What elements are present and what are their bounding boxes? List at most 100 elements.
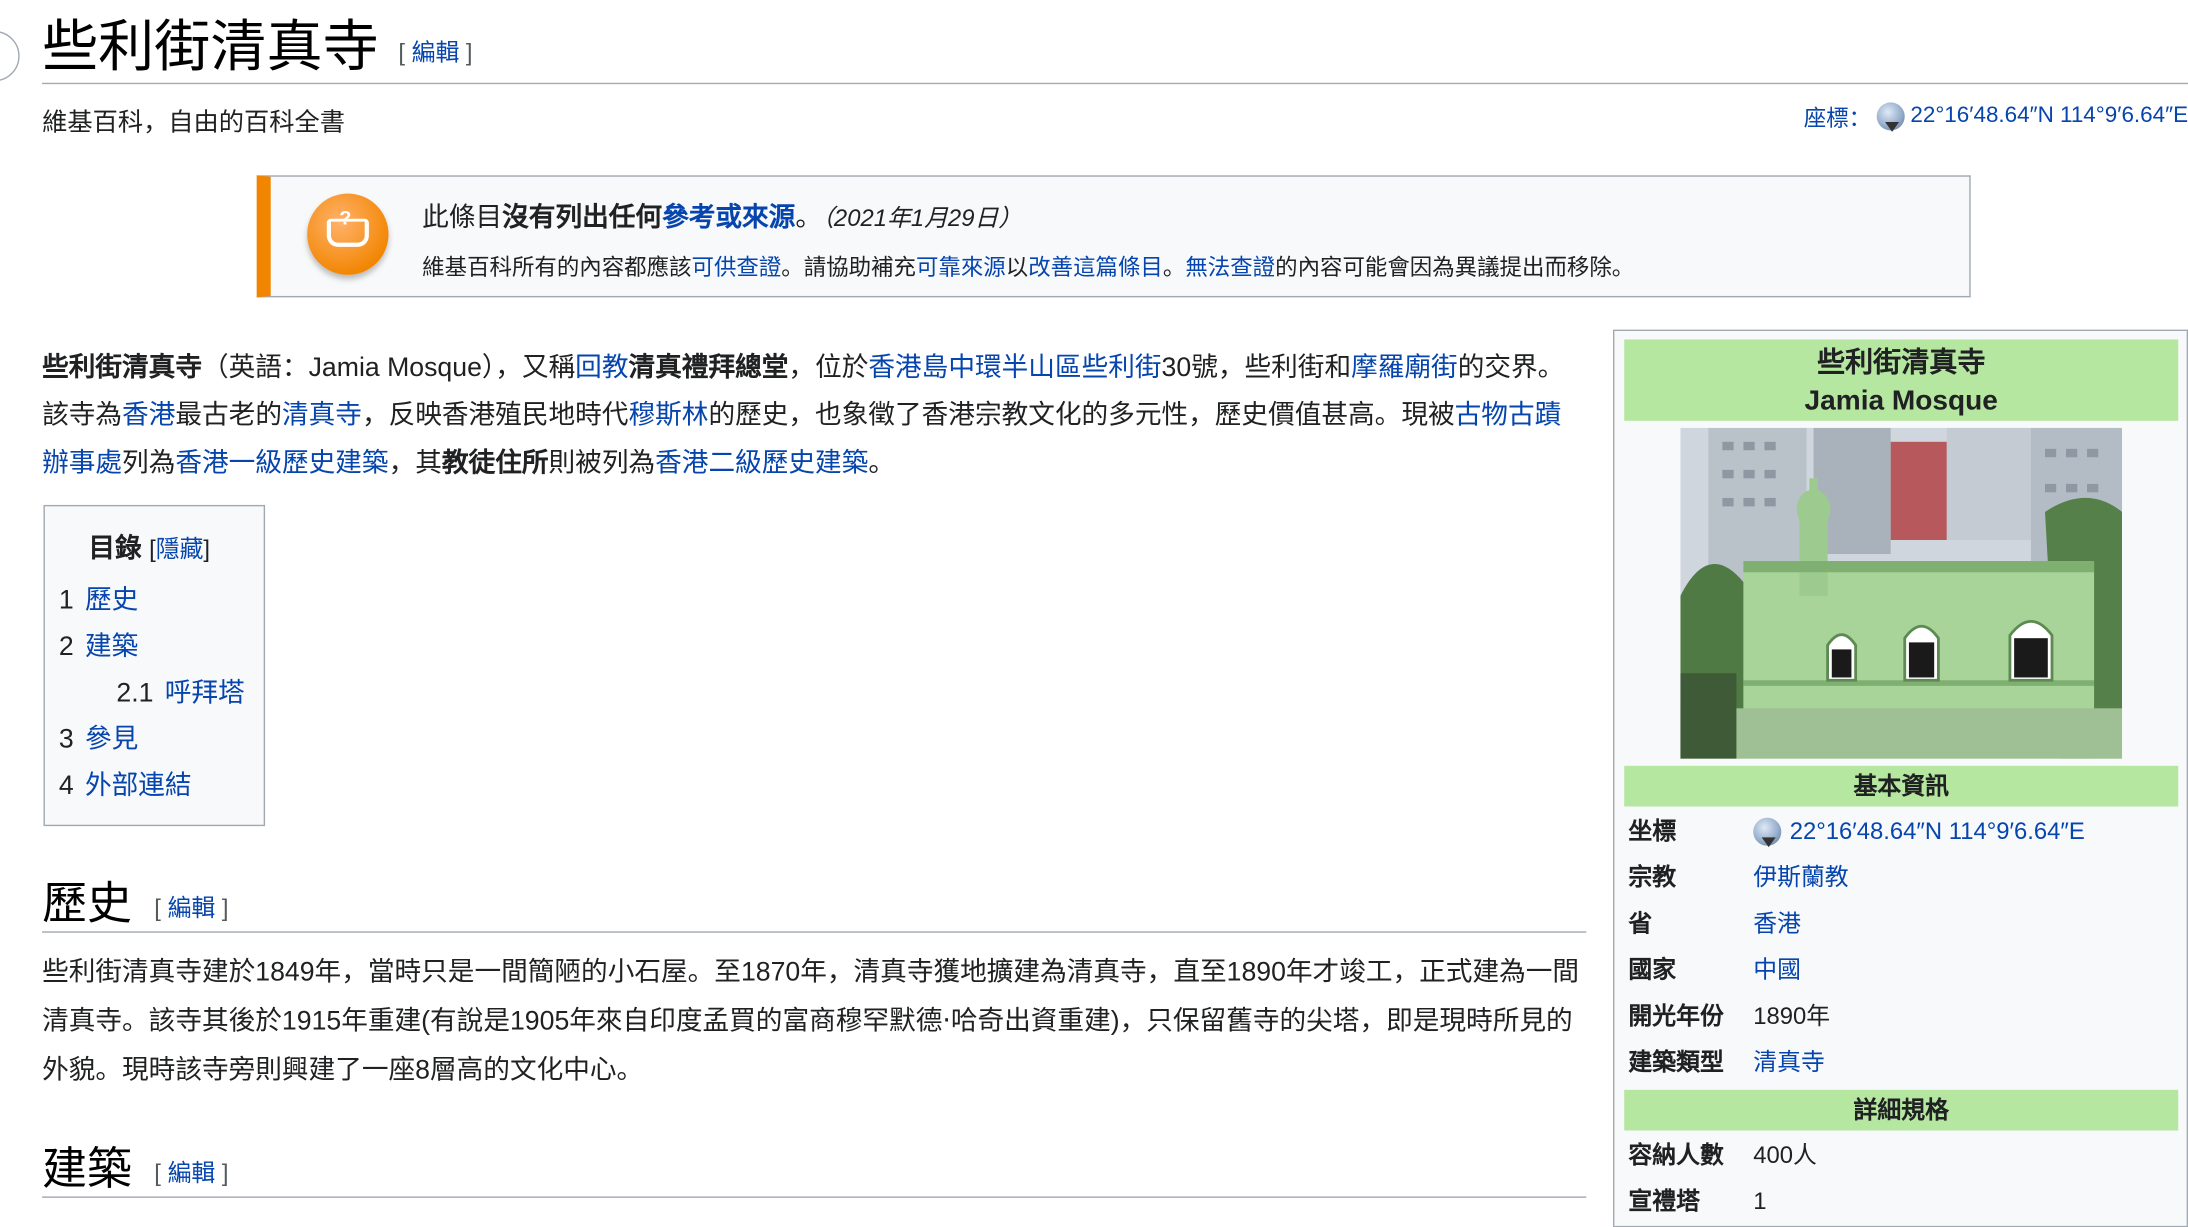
- history-edit-link[interactable]: 編輯: [168, 894, 216, 921]
- infobox-row-minarets: 宣禮塔 1: [1628, 1184, 2175, 1220]
- toc-item[interactable]: 3 參見: [59, 718, 138, 756]
- no-references-notice: 此條目沒有列出任何參考或來源。（2021年1月29日） 維基百科所有的內容都應該…: [256, 175, 1971, 298]
- toc-item-number: 2.1: [116, 678, 154, 709]
- toc-item-number: 2: [58, 632, 74, 663]
- globe-icon[interactable]: [1753, 817, 1782, 848]
- grade-two-link[interactable]: 香港二級歷史建築: [655, 449, 868, 478]
- section-heading-history: 歷史 [ 編輯 ]: [42, 875, 228, 936]
- sidebar-toggle-edge[interactable]: [0, 30, 20, 82]
- infobox-title-en: Jamia Mosque: [1804, 385, 1998, 417]
- mosque-photo-drawing: [1680, 427, 2123, 759]
- notice-text-a: 維基百科所有的內容都應該: [422, 256, 692, 281]
- islam-religion-link[interactable]: 伊斯蘭教: [1753, 860, 1848, 896]
- site-tagline: 維基百科，自由的百科全書: [42, 108, 346, 137]
- title-edit-section: [ 編輯 ]: [398, 39, 473, 66]
- infobox-label: 坐標: [1628, 817, 1677, 845]
- notice-text-c: 以: [1005, 256, 1029, 281]
- toc-item[interactable]: 4 外部連結: [59, 764, 192, 802]
- history-divider: [42, 931, 1587, 933]
- infobox-row-religion: 宗教 伊斯蘭教: [1628, 860, 2175, 896]
- notice-text-e: 的內容可能會因為異議提出而移除。: [1275, 256, 1635, 281]
- lead-text: ，其: [388, 448, 442, 479]
- notice-headline: 此條目沒有列出任何參考或來源。（2021年1月29日）: [422, 196, 1022, 234]
- infobox-row-country: 國家 中國: [1628, 952, 2175, 988]
- unverifiable-link[interactable]: 無法查證: [1185, 257, 1275, 281]
- notice-bold: 沒有列出任何: [502, 203, 663, 233]
- architecture-title: 建築: [42, 1143, 132, 1194]
- building-type-link[interactable]: 清真寺: [1753, 1045, 1825, 1081]
- infobox-title-zh: 些利街清真寺: [1817, 347, 1986, 379]
- infobox-value: 1: [1753, 1188, 1767, 1215]
- infobox-label: 容納人數: [1628, 1141, 1724, 1169]
- toc-link-external-links[interactable]: 外部連結: [85, 771, 192, 800]
- title-divider: [42, 82, 2188, 85]
- lead-text: 。: [868, 448, 896, 479]
- coordinates-top: 座標： 22°16′48.64″N 114°9′6.64″E: [1804, 100, 2188, 134]
- toc-hide-link[interactable]: 隱藏: [156, 536, 204, 563]
- mosque-photo[interactable]: [1680, 427, 2123, 759]
- toc-item-number: 4: [58, 771, 74, 801]
- toc-item-number: 1: [58, 586, 74, 616]
- toc-link-architecture[interactable]: 建築: [85, 633, 138, 662]
- notice-prefix: 此條目: [422, 203, 503, 233]
- notice-text-d: 。: [1162, 256, 1186, 281]
- verifiability-link[interactable]: 可供查證: [692, 257, 782, 281]
- coordinates-link[interactable]: 22°16′48.64″N 114°9′6.64″E: [1910, 104, 2188, 129]
- infobox-coordinates: 22°16′48.64″N 114°9′6.64″E: [1753, 814, 2085, 850]
- lead-text: 最古老的: [175, 401, 282, 431]
- toc-link-minaret[interactable]: 呼拜塔: [165, 679, 245, 708]
- toc-item[interactable]: 2.1 呼拜塔: [116, 672, 244, 710]
- lead-text: 則被列為: [548, 448, 656, 479]
- edit-link[interactable]: 編輯: [412, 39, 460, 66]
- notice-date: （2021年1月29日）: [822, 204, 1023, 232]
- references-link[interactable]: 參考或來源: [662, 203, 795, 232]
- globe-icon[interactable]: [1876, 102, 1905, 132]
- infobox-coordinates-link[interactable]: 22°16′48.64″N 114°9′6.64″E: [1790, 814, 2085, 850]
- infobox-value: 400人: [1753, 1141, 1817, 1169]
- page-title-text: 些利街清真寺: [42, 15, 379, 79]
- notice-end: 。: [795, 203, 823, 233]
- notice-text-b: 。請協助補充: [781, 256, 916, 281]
- lead-text: ，反映香港殖民地時代: [361, 401, 629, 431]
- lead-text: ，位於: [788, 353, 869, 383]
- infobox: 些利街清真寺 Jamia Mosque 基本資訊 坐標 22°16′48.64″…: [1612, 329, 2188, 1227]
- architecture-edit-section: [ 編輯 ]: [154, 1159, 229, 1187]
- province-link[interactable]: 香港: [1753, 906, 1801, 942]
- infobox-label: 宗教: [1628, 864, 1677, 891]
- grade-one-link[interactable]: 香港一級歷史建築: [175, 449, 388, 478]
- reliable-sources-link[interactable]: 可靠來源: [916, 257, 1006, 281]
- infobox-row-province: 省 香港: [1628, 906, 2175, 942]
- mosque-link[interactable]: 清真寺: [282, 401, 362, 430]
- lead-text: （英語：Jamia Mosque），又稱: [201, 353, 576, 383]
- coordinates-label: 座標：: [1803, 108, 1872, 132]
- toc-title: 目錄 [隱藏]: [88, 534, 211, 564]
- toc-item-number: 3: [58, 725, 74, 755]
- toc-item[interactable]: 1 歷史: [59, 579, 138, 617]
- lead-alt-name: 清真禮拜總堂: [628, 353, 789, 383]
- hong-kong-link[interactable]: 香港: [122, 401, 175, 430]
- muslim-link[interactable]: 穆斯林: [628, 401, 708, 430]
- lead-text: 30號，些利街和: [1161, 353, 1352, 383]
- architecture-edit-link[interactable]: 編輯: [168, 1159, 216, 1186]
- mosque-street-link[interactable]: 摩羅廟街: [1351, 353, 1458, 382]
- shelley-street-link[interactable]: 香港島中環半山區些利街: [868, 353, 1161, 382]
- architecture-divider: [42, 1196, 1587, 1198]
- toc-link-history[interactable]: 歷史: [85, 586, 138, 615]
- infobox-row-type: 建築類型 清真寺: [1628, 1045, 2175, 1081]
- toc-link-see-also[interactable]: 參見: [85, 725, 138, 754]
- infobox-label: 宣禮塔: [1628, 1188, 1700, 1215]
- infobox-basic-header: 基本資訊: [1624, 765, 2179, 807]
- history-paragraph: 些利街清真寺建於1849年，當時只是一間簡陋的小石屋。至1870年，清真寺獲地擴…: [42, 957, 1580, 1086]
- history-edit-section: [ 編輯 ]: [154, 894, 229, 922]
- country-link[interactable]: 中國: [1753, 952, 1801, 988]
- toc-item[interactable]: 2 建築: [59, 626, 138, 664]
- infobox-row-capacity: 容納人數 400人: [1628, 1138, 2175, 1174]
- infobox-label: 省: [1628, 910, 1653, 937]
- improve-article-link[interactable]: 改善這篇條目: [1028, 257, 1163, 281]
- section-heading-architecture: 建築 [ 編輯 ]: [42, 1140, 228, 1201]
- islam-link[interactable]: 回教: [575, 353, 628, 382]
- notice-detail: 維基百科所有的內容都應該可供查證。請協助補充可靠來源以改善這篇條目。無法查證的內…: [422, 248, 1634, 282]
- infobox-label: 國家: [1628, 956, 1677, 984]
- infobox-spec-header: 詳細規格: [1624, 1089, 2179, 1131]
- lead-subject: 些利街清真寺: [42, 353, 202, 383]
